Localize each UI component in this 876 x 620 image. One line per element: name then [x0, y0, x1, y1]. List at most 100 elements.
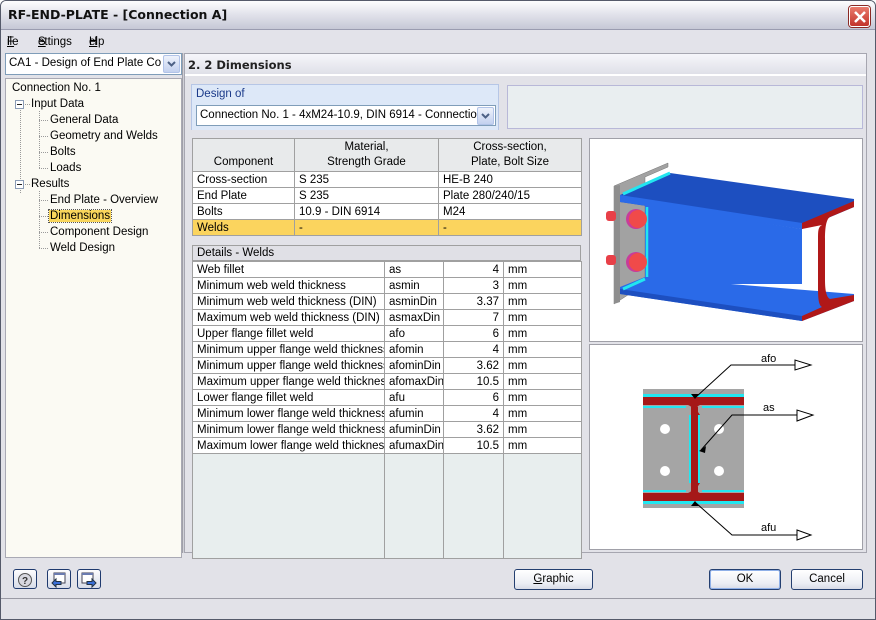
cell-symbol: afumaxDin	[384, 437, 444, 454]
cell-unit: mm	[503, 341, 582, 358]
graphic-button[interactable]: Graphic	[514, 569, 593, 590]
tree-line	[39, 120, 48, 121]
web-core	[691, 407, 698, 493]
table-header-row: Component Material, Strength Grade Cross-…	[192, 138, 582, 172]
tree-line	[39, 248, 48, 249]
cell-label: Minimum lower flange weld thickness	[192, 405, 385, 422]
case-dropdown-button[interactable]	[163, 55, 180, 73]
help-button[interactable]: ?	[13, 569, 37, 589]
menu-file-label: ile	[7, 36, 19, 48]
table-row[interactable]: Maximum web weld thickness (DIN) asmaxDin…	[192, 309, 582, 326]
empty-cell	[384, 453, 444, 559]
design-of-value: Connection No. 1 - 4xM24-10.9, DIN 6914 …	[200, 109, 478, 121]
details-title: Details - Welds	[197, 247, 275, 259]
previous-window-button[interactable]	[47, 569, 71, 589]
cell-symbol: afominDin	[384, 357, 444, 374]
ok-button[interactable]: OK	[709, 569, 781, 590]
cell-value: 7	[443, 309, 504, 326]
cell-label: Minimum upper flange weld thickness (	[192, 357, 385, 374]
tree-line	[39, 136, 48, 137]
menu-help-label: elp	[89, 36, 105, 48]
next-window-button[interactable]	[77, 569, 101, 589]
details-header: Details - Welds	[192, 245, 581, 261]
cancel-button[interactable]: Cancel	[791, 569, 863, 590]
cell-material: S 235	[294, 171, 439, 188]
table-row[interactable]: Upper flange fillet weld afo 6 mm	[192, 325, 582, 342]
cell-symbol: as	[384, 261, 444, 278]
case-select[interactable]: CA1 - Design of End Plate Connection	[5, 53, 182, 75]
tree-line	[39, 232, 48, 233]
cell-value: 6	[443, 389, 504, 406]
window-forward-icon	[81, 572, 97, 588]
header-text: Material,	[344, 141, 389, 153]
table-row[interactable]: Cross-section S 235 HE-B 240	[192, 171, 582, 188]
tree-general-data[interactable]: General Data	[50, 114, 118, 126]
table-row[interactable]: Bolts 10.9 - DIN 6914 M24	[192, 203, 582, 220]
tree-line	[25, 184, 30, 185]
table-row[interactable]: Maximum upper flange weld thickness afoma…	[192, 373, 582, 390]
3d-model-view[interactable]	[589, 138, 863, 342]
cell-symbol: afomin	[384, 341, 444, 358]
details-table: Web fillet as 4 mm Minimum web weld thicknes…	[192, 261, 582, 559]
tree-input-data[interactable]: Input Data	[31, 98, 84, 110]
table-row[interactable]: End Plate S 235 Plate 280/240/15	[192, 187, 582, 204]
table-row[interactable]: Minimum upper flange weld thickness afomi…	[192, 341, 582, 358]
tree-weld-design[interactable]: Weld Design	[50, 242, 115, 254]
beam-3d-graphic	[606, 162, 854, 321]
empty-row	[192, 453, 582, 559]
weld-section-view[interactable]: afo as afu	[589, 344, 863, 550]
cell-symbol: afu	[384, 389, 444, 406]
cell-value: 4	[443, 341, 504, 358]
cell-label: Web fillet	[192, 261, 385, 278]
col-header-material: Material, Strength Grade	[294, 138, 439, 172]
tree-line	[39, 168, 48, 169]
table-row[interactable]: Maximum lower flange weld thickness (afu…	[192, 437, 582, 454]
section-title: 2. 2 Dimensions	[188, 58, 292, 72]
header-text: Strength Grade	[327, 156, 406, 168]
bottom-toolbar: ? Graphic OK Cancel	[1, 557, 875, 597]
cell-symbol: afomaxDin	[384, 373, 444, 390]
tree-results[interactable]: Results	[31, 178, 69, 190]
table-row[interactable]: Minimum upper flange weld thickness (afo…	[192, 357, 582, 374]
close-button[interactable]	[849, 6, 870, 27]
table-row[interactable]: Minimum lower flange weld thickness afumi…	[192, 405, 582, 422]
table-row-selected[interactable]: Welds - -	[192, 219, 582, 236]
cell-label: Maximum upper flange weld thickness	[192, 373, 385, 390]
cell-label: Upper flange fillet weld	[192, 325, 385, 342]
cell-material: -	[294, 219, 439, 236]
cell-symbol: asminDin	[384, 293, 444, 310]
tree-bolts[interactable]: Bolts	[50, 146, 76, 158]
cell-symbol: afo	[384, 325, 444, 342]
cell-symbol: asmaxDin	[384, 309, 444, 326]
collapse-icon[interactable]	[15, 100, 24, 109]
tree-component-design[interactable]: Component Design	[50, 226, 148, 238]
collapse-icon[interactable]	[15, 180, 24, 189]
status-bar	[1, 598, 875, 619]
cell-size: HE-B 240	[438, 171, 582, 188]
cell-unit: mm	[503, 437, 582, 454]
cell-value: 4	[443, 261, 504, 278]
table-row[interactable]: Minimum web weld thickness asmin 3 mm	[192, 277, 582, 294]
design-of-select[interactable]: Connection No. 1 - 4xM24-10.9, DIN 6914 …	[196, 105, 496, 126]
components-table: Component Material, Strength Grade Cross-…	[192, 138, 582, 236]
arrow-afo	[794, 359, 813, 371]
table-row[interactable]: Lower flange fillet weld afu 6 mm	[192, 389, 582, 406]
table-row[interactable]: Minimum web weld thickness (DIN) asminDin…	[192, 293, 582, 310]
tree-loads[interactable]: Loads	[50, 162, 81, 174]
cell-label: Minimum upper flange weld thickness	[192, 341, 385, 358]
tree-end-plate-overview[interactable]: End Plate - Overview	[50, 194, 158, 206]
table-row[interactable]: Minimum lower flange weld thickness (afu…	[192, 421, 582, 438]
tree-line	[39, 200, 48, 201]
empty-cell	[192, 453, 385, 559]
menu-bar: File Settings Help	[1, 30, 875, 50]
design-of-dropdown-button[interactable]	[477, 107, 494, 125]
cell-unit: mm	[503, 277, 582, 294]
tree-dimensions[interactable]: Dimensions	[47, 209, 113, 223]
col-header-size: Cross-section, Plate, Bolt Size	[438, 138, 582, 172]
table-row[interactable]: Web fillet as 4 mm	[192, 261, 582, 278]
top-flange	[643, 397, 744, 405]
tree-geometry-welds[interactable]: Geometry and Welds	[50, 130, 158, 142]
cell-component: Welds	[192, 219, 295, 236]
design-of-label: Design of	[196, 88, 245, 100]
tree-root[interactable]: Connection No. 1	[12, 82, 101, 94]
